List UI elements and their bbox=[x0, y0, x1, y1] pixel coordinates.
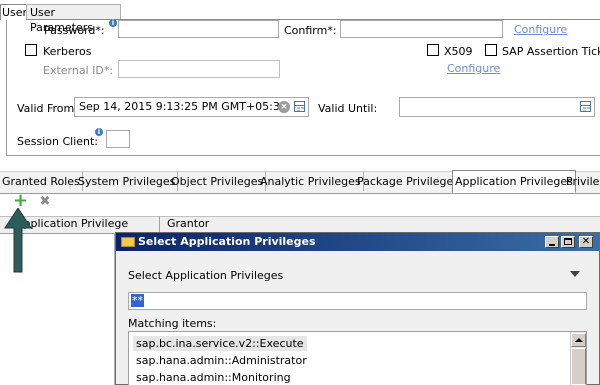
valid-until-label: Valid Until: bbox=[318, 102, 378, 115]
privilege-search-input[interactable]: ** bbox=[128, 292, 587, 310]
tab-privileges-overflow[interactable]: Privileg bbox=[564, 172, 600, 191]
scroll-up-button[interactable] bbox=[571, 333, 586, 347]
close-button[interactable]: ✕ bbox=[579, 236, 593, 248]
grid-col2-label: Grantor bbox=[167, 217, 210, 230]
valid-from-value: Sep 14, 2015 9:13:25 PM GMT+05:30 bbox=[79, 100, 287, 113]
matching-items-label: Matching items: bbox=[128, 317, 217, 330]
password-info-icon[interactable]: i bbox=[109, 19, 117, 27]
saml-label: SAP Assertion Ticket bbox=[502, 45, 600, 58]
list-item-label: sap.hana.admin::Administrator bbox=[136, 354, 307, 367]
list-item-label: sap.hana.admin::Monitoring bbox=[136, 371, 291, 384]
calendar-icon[interactable] bbox=[294, 101, 305, 112]
tab-object-privileges[interactable]: Object Privileges bbox=[169, 172, 267, 191]
tab-privileges-overflow-label: Privileg bbox=[566, 175, 600, 188]
kerberos-label: Kerberos bbox=[43, 45, 92, 58]
tab-user-label: User bbox=[2, 6, 28, 19]
configure-link-x509[interactable]: Configure bbox=[447, 62, 500, 75]
confirm-label: Confirm*: bbox=[284, 24, 337, 37]
minimize-icon bbox=[549, 244, 555, 246]
x509-checkbox[interactable] bbox=[427, 44, 439, 56]
list-item-label: sap.bc.ina.service.v2::Execute bbox=[136, 337, 304, 350]
valid-until-field[interactable] bbox=[399, 97, 595, 117]
search-value: ** bbox=[131, 294, 144, 307]
tab-granted-roles-label: Granted Roles bbox=[2, 175, 80, 188]
valid-from-label: Valid From: bbox=[17, 102, 78, 115]
tab-system-privileges[interactable]: System Privileges bbox=[76, 172, 179, 191]
annotation-arrow-icon bbox=[4, 208, 32, 273]
collapse-chevron-icon[interactable] bbox=[570, 271, 580, 277]
tab-package-privileges-label: Package Privileges bbox=[357, 175, 459, 188]
configure-link-password[interactable]: Configure bbox=[514, 23, 567, 36]
tab-analytic-privileges-label: Analytic Privileges bbox=[260, 175, 361, 188]
maximize-icon bbox=[564, 238, 572, 245]
x509-label: X509 bbox=[444, 45, 473, 58]
tab-user-parameters[interactable]: User Parameters bbox=[26, 4, 121, 34]
tab-application-privileges-label: Application Privileges bbox=[455, 175, 573, 188]
session-client-info-icon[interactable]: i bbox=[95, 128, 103, 136]
scroll-thumb[interactable] bbox=[571, 348, 586, 385]
saml-checkbox[interactable] bbox=[485, 44, 497, 56]
tab-system-privileges-label: System Privileges bbox=[78, 175, 176, 188]
list-item[interactable]: sap.hana.admin::Monitoring bbox=[133, 370, 294, 385]
grid-col1-label: Application Privilege bbox=[16, 217, 129, 230]
folder-icon bbox=[121, 237, 135, 247]
external-id-label: External ID*: bbox=[43, 64, 114, 77]
scroll-up-arrow-icon bbox=[575, 338, 583, 342]
confirm-field[interactable] bbox=[340, 20, 503, 38]
dialog-section-label: Select Application Privileges bbox=[128, 269, 284, 282]
tab-user[interactable]: User bbox=[0, 4, 28, 20]
dialog-title: Select Application Privileges bbox=[138, 235, 316, 248]
tab-object-privileges-label: Object Privileges bbox=[171, 175, 264, 188]
password-label: Password*: bbox=[44, 24, 105, 37]
calendar-icon[interactable] bbox=[580, 101, 591, 112]
tab-analytic-privileges[interactable]: Analytic Privileges bbox=[258, 172, 364, 191]
tab-application-privileges[interactable]: Application Privileges bbox=[452, 170, 576, 193]
password-field[interactable] bbox=[118, 20, 279, 38]
kerberos-checkbox[interactable] bbox=[25, 44, 37, 56]
tab-package-privileges[interactable]: Package Privileges bbox=[355, 172, 462, 191]
tab-granted-roles[interactable]: Granted Roles bbox=[0, 172, 83, 191]
session-client-label: Session Client: bbox=[17, 135, 99, 148]
minimize-button[interactable] bbox=[545, 236, 559, 248]
grid-header-col-grantor[interactable]: Grantor bbox=[161, 216, 281, 232]
session-client-field[interactable] bbox=[106, 130, 130, 148]
list-item[interactable]: sap.hana.admin::Administrator bbox=[133, 353, 310, 368]
remove-privilege-button[interactable]: ✖ bbox=[38, 195, 52, 209]
close-icon: ✕ bbox=[581, 236, 591, 247]
add-privilege-button[interactable]: + bbox=[13, 192, 28, 210]
valid-from-field[interactable]: Sep 14, 2015 9:13:25 PM GMT+05:30 bbox=[74, 97, 309, 117]
list-item[interactable]: sap.bc.ina.service.v2::Execute bbox=[133, 336, 307, 351]
external-id-field[interactable] bbox=[118, 60, 280, 78]
maximize-button[interactable] bbox=[561, 236, 575, 248]
clear-date-icon[interactable]: × bbox=[278, 101, 290, 113]
